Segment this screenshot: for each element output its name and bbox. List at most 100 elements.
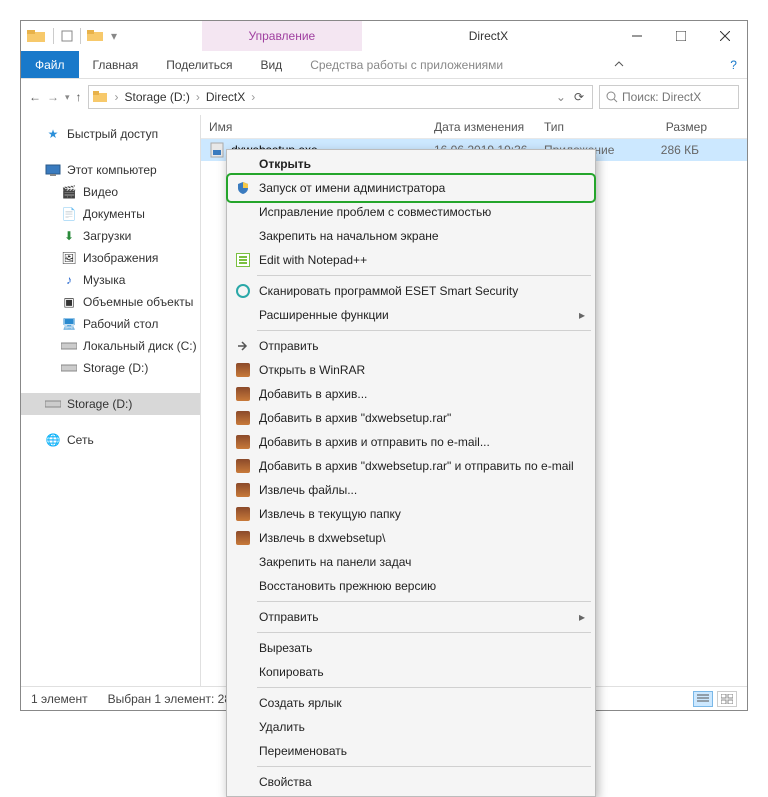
context-menu: Открыть Запуск от имени администратора И… <box>226 149 596 797</box>
ctx-winrar-extract-folder[interactable]: Извлечь в dxwebsetup\ <box>229 526 593 550</box>
tab-home[interactable]: Главная <box>79 51 153 78</box>
close-button[interactable] <box>703 21 747 51</box>
ctx-winrar-email[interactable]: Добавить в архив и отправить по e-mail..… <box>229 430 593 454</box>
folder-icon <box>93 90 109 104</box>
tree-video[interactable]: 🎬Видео <box>21 181 200 203</box>
ctx-label: Удалить <box>259 720 305 734</box>
tree-music[interactable]: ♪Музыка <box>21 269 200 291</box>
ctx-separator <box>257 330 591 331</box>
tree-label: Загрузки <box>83 229 131 243</box>
qat-newfolder-icon[interactable] <box>87 29 105 43</box>
ctx-properties[interactable]: Свойства <box>229 770 593 794</box>
ctx-compat[interactable]: Исправление проблем с совместимостью <box>229 200 593 224</box>
tree-quick-access[interactable]: ★Быстрый доступ <box>21 123 200 145</box>
tree-storage-d-root[interactable]: Storage (D:) <box>21 393 200 415</box>
col-type[interactable]: Тип <box>536 120 636 134</box>
ctx-winrar-open[interactable]: Открыть в WinRAR <box>229 358 593 382</box>
crumb-directx[interactable]: DirectX <box>206 90 245 104</box>
qat-dropdown-icon[interactable]: ▾ <box>111 29 125 43</box>
up-button[interactable]: ↑ <box>76 90 82 104</box>
ctx-shortcut[interactable]: Создать ярлык <box>229 691 593 715</box>
ctx-separator <box>257 275 591 276</box>
ctx-winrar-add-named[interactable]: Добавить в архив "dxwebsetup.rar" <box>229 406 593 430</box>
ctx-winrar-extract[interactable]: Извлечь файлы... <box>229 478 593 502</box>
ctx-eset-more[interactable]: Расширенные функции▸ <box>229 303 593 327</box>
minimize-button[interactable] <box>615 21 659 51</box>
breadcrumb[interactable]: › Storage (D:) › DirectX › ⌄ ⟳ <box>88 85 593 109</box>
eset-icon <box>235 283 251 299</box>
ctx-winrar-extract-here[interactable]: Извлечь в текущую папку <box>229 502 593 526</box>
tree-documents[interactable]: 📄Документы <box>21 203 200 225</box>
col-size[interactable]: Размер <box>636 120 737 134</box>
titlebar-left: ▾ <box>21 28 125 44</box>
search-icon <box>606 91 618 103</box>
contextual-tab-header: Управление <box>202 21 362 51</box>
chevron-right-icon[interactable]: › <box>194 90 202 104</box>
forward-button[interactable]: → <box>47 90 59 104</box>
view-icons-button[interactable] <box>717 691 737 707</box>
tree-downloads[interactable]: ⬇ Загрузки <box>21 225 200 247</box>
back-button[interactable]: ← <box>29 90 41 104</box>
tree-storage-d[interactable]: Storage (D:) <box>21 357 200 379</box>
ctx-separator <box>257 601 591 602</box>
ctx-share[interactable]: Отправить <box>229 334 593 358</box>
refresh-button[interactable]: ⟳ <box>570 90 588 104</box>
titlebar: ▾ Управление DirectX <box>21 21 747 51</box>
ctx-label: Отправить <box>259 610 319 624</box>
view-details-button[interactable] <box>693 691 713 707</box>
col-date[interactable]: Дата изменения <box>426 120 536 134</box>
recent-dropdown[interactable]: ▾ <box>65 92 70 103</box>
ctx-pin-start[interactable]: Закрепить на начальном экране <box>229 224 593 248</box>
ctx-label: Добавить в архив "dxwebsetup.rar" и отпр… <box>259 459 574 473</box>
ctx-notepadpp[interactable]: Edit with Notepad++ <box>229 248 593 272</box>
ctx-copy[interactable]: Копировать <box>229 660 593 684</box>
tree-label: Этот компьютер <box>67 163 157 177</box>
winrar-icon <box>235 458 251 474</box>
nav-tree: ★Быстрый доступ Этот компьютер 🎬Видео 📄Д… <box>21 115 201 686</box>
help-icon[interactable]: ? <box>720 51 747 78</box>
tree-network[interactable]: 🌐Сеть <box>21 429 200 451</box>
tree-label: Storage (D:) <box>83 361 148 375</box>
ctx-eset-scan[interactable]: Сканировать программой ESET Smart Securi… <box>229 279 593 303</box>
chevron-right-icon[interactable]: › <box>113 90 121 104</box>
ctx-restore-version[interactable]: Восстановить прежнюю версию <box>229 574 593 598</box>
chevron-right-icon[interactable]: › <box>249 90 257 104</box>
tab-share[interactable]: Поделиться <box>152 51 246 78</box>
col-name[interactable]: Имя <box>201 120 426 134</box>
ribbon-tabs: Файл Главная Поделиться Вид Средства раб… <box>21 51 747 79</box>
ctx-label: Создать ярлык <box>259 696 342 710</box>
tab-file[interactable]: Файл <box>21 51 79 78</box>
ctx-rename[interactable]: Переименовать <box>229 739 593 763</box>
ctx-winrar-email-named[interactable]: Добавить в архив "dxwebsetup.rar" и отпр… <box>229 454 593 478</box>
shield-icon <box>235 180 251 196</box>
winrar-icon <box>235 362 251 378</box>
ctx-open[interactable]: Открыть <box>229 152 593 176</box>
ctx-pin-taskbar[interactable]: Закрепить на панели задач <box>229 550 593 574</box>
crumb-storage[interactable]: Storage (D:) <box>125 90 190 104</box>
tree-local-c[interactable]: Локальный диск (C:) <box>21 335 200 357</box>
ctx-label: Открыть в WinRAR <box>259 363 365 377</box>
ctx-sendto[interactable]: Отправить ▸ <box>229 605 593 629</box>
tree-3d-objects[interactable]: ▣Объемные объекты <box>21 291 200 313</box>
qat-properties-icon[interactable] <box>60 29 74 43</box>
chevron-right-icon: ▸ <box>579 610 585 624</box>
pictures-icon: 🖼 <box>61 251 77 265</box>
maximize-button[interactable] <box>659 21 703 51</box>
winrar-icon <box>235 434 251 450</box>
address-dropdown-icon[interactable]: ⌄ <box>556 90 566 104</box>
drive-icon <box>61 361 77 375</box>
ctx-label: Закрепить на начальном экране <box>259 229 439 243</box>
ctx-run-as-admin[interactable]: Запуск от имени администратора <box>229 176 593 200</box>
ribbon-collapse-icon[interactable] <box>603 51 635 78</box>
tab-view[interactable]: Вид <box>246 51 296 78</box>
ctx-delete[interactable]: Удалить <box>229 715 593 739</box>
search-input[interactable]: Поиск: DirectX <box>599 85 739 109</box>
ctx-winrar-add[interactable]: Добавить в архив... <box>229 382 593 406</box>
ctx-cut[interactable]: Вырезать <box>229 636 593 660</box>
winrar-icon <box>235 410 251 426</box>
tree-this-pc[interactable]: Этот компьютер <box>21 159 200 181</box>
tree-pictures[interactable]: 🖼Изображения <box>21 247 200 269</box>
tree-desktop[interactable]: 🖥Рабочий стол <box>21 313 200 335</box>
downloads-icon: ⬇ <box>61 229 77 243</box>
tab-app-tools[interactable]: Средства работы с приложениями <box>296 51 517 78</box>
